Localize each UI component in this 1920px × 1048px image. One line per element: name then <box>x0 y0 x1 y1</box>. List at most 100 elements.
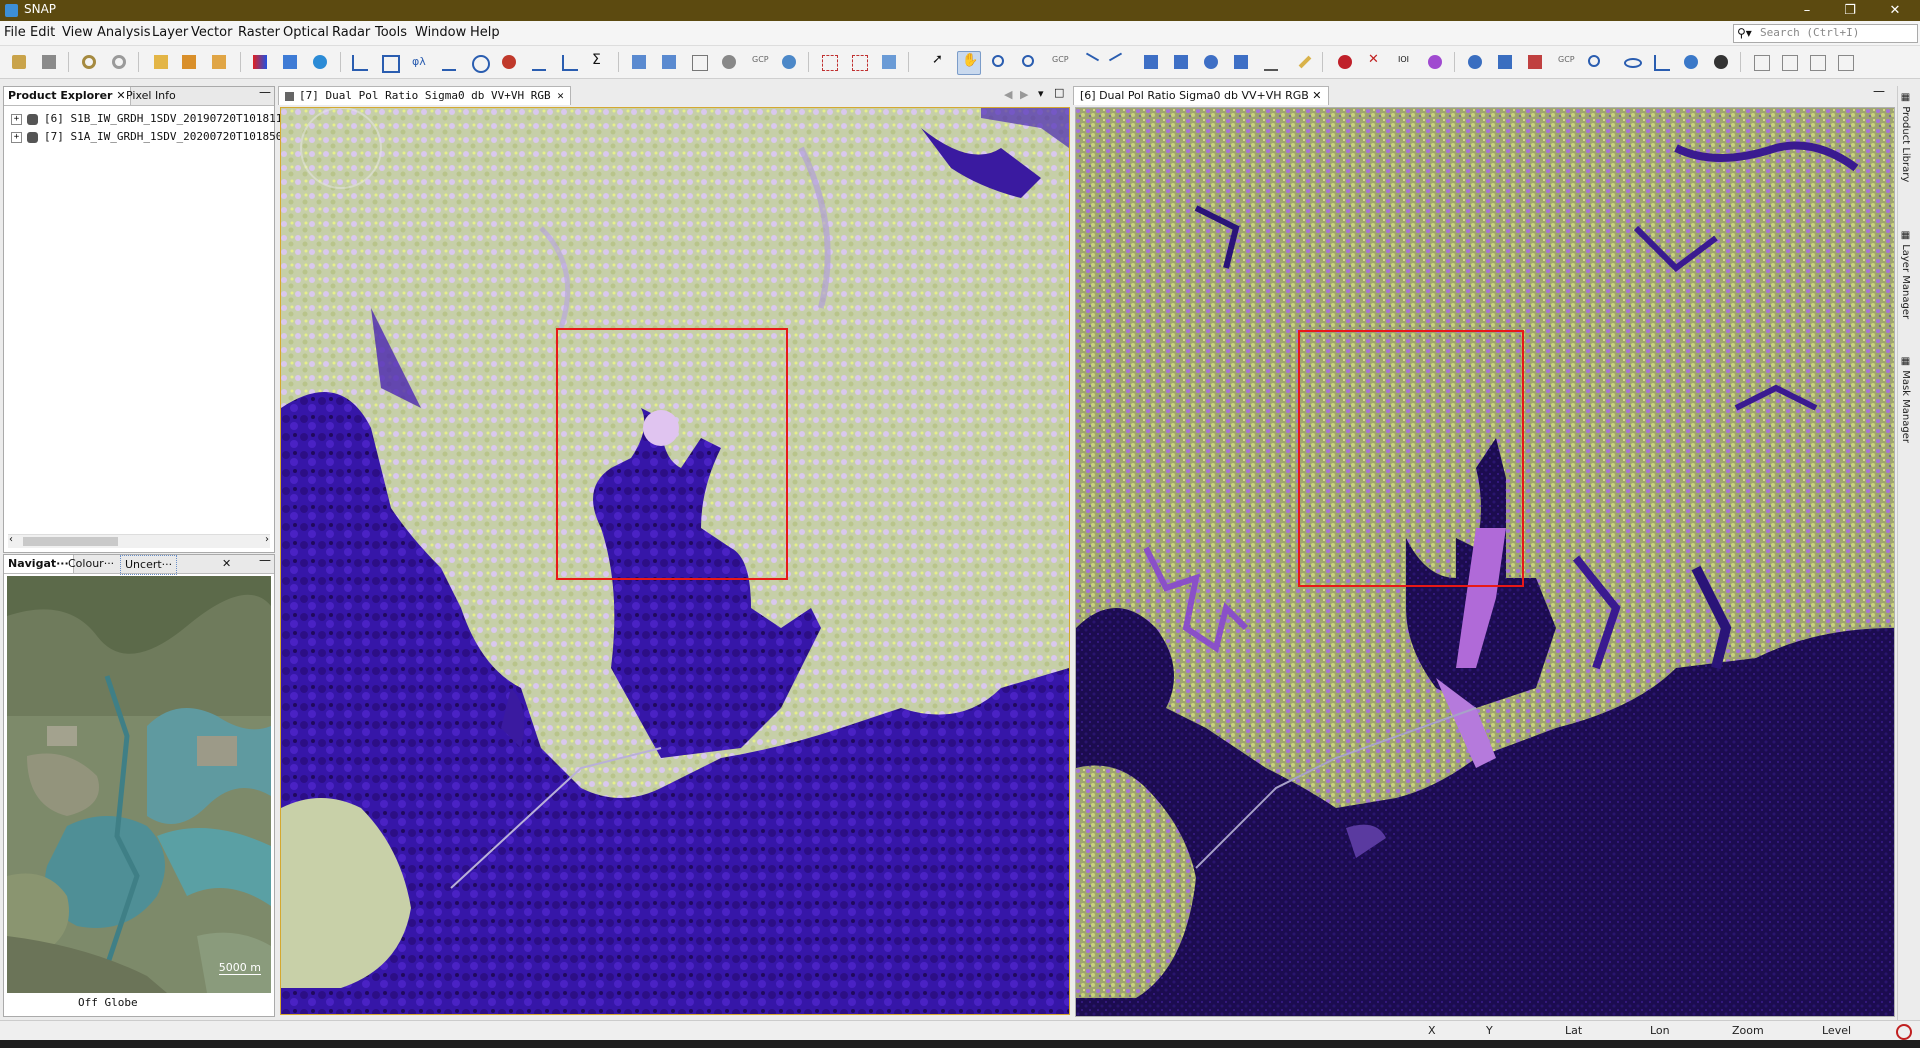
menu-help[interactable]: Help <box>470 25 500 40</box>
menu-tools[interactable]: Tools <box>375 25 407 40</box>
expand-icon[interactable]: + <box>11 131 22 143</box>
menu-optical[interactable]: Optical <box>283 25 329 40</box>
layout-vertical-icon[interactable] <box>1750 51 1772 73</box>
close-tab-icon[interactable]: ✕ <box>1312 89 1321 102</box>
world-map-icon[interactable] <box>279 51 301 73</box>
geo-coding-icon[interactable] <box>498 51 520 73</box>
menu-view[interactable]: View <box>62 25 93 40</box>
tab-colour[interactable]: Colour··· <box>64 555 118 573</box>
product-node-7[interactable]: + [7] S1A_IW_GRDH_1SDV_20200720T101850_2 <box>11 130 296 145</box>
scatter-plot-icon[interactable]: φλ <box>408 51 430 73</box>
menu-radar[interactable]: Radar <box>332 25 370 40</box>
notification-icon[interactable] <box>1896 1024 1912 1040</box>
band-maths-icon[interactable] <box>150 51 172 73</box>
ellipse-draw-icon[interactable] <box>1200 51 1222 73</box>
menu-file[interactable]: File <box>4 25 26 40</box>
pin-tool-icon[interactable] <box>1018 51 1040 73</box>
polyline-draw-icon[interactable] <box>1108 51 1130 74</box>
histogram-icon[interactable] <box>438 51 460 73</box>
pixel-query-icon[interactable] <box>1584 51 1606 73</box>
expand-icon[interactable]: + <box>11 113 22 125</box>
tab-layer-manager[interactable]: ▦ Layer Manager <box>1900 230 1911 319</box>
redo-icon[interactable] <box>108 51 130 73</box>
polygon-draw-icon[interactable] <box>1170 51 1192 73</box>
layout-tabs-icon[interactable] <box>1834 51 1856 73</box>
range-finder-icon[interactable] <box>1260 51 1282 73</box>
gcp-sar-icon[interactable]: GCP <box>1554 51 1576 73</box>
coregistration-icon[interactable] <box>1494 51 1516 73</box>
tile-grid-icon[interactable] <box>848 51 870 73</box>
close-tab-icon[interactable]: ✕ <box>222 557 231 570</box>
profile-plot-icon[interactable] <box>378 51 400 73</box>
pan-tool-icon[interactable]: ✋ <box>957 51 981 75</box>
sphere-icon[interactable] <box>1710 51 1732 73</box>
sar-image-canvas-left[interactable] <box>280 107 1070 1015</box>
tab-scroll-left-icon[interactable]: ◀ <box>1004 88 1012 101</box>
minimize-view-icon[interactable]: — <box>1873 84 1885 98</box>
search-input[interactable]: ⚲▾ Search (Ctrl+I) <box>1733 24 1918 43</box>
gcp-text-icon[interactable]: GCP <box>748 51 770 73</box>
menu-raster[interactable]: Raster <box>238 25 280 40</box>
tab-right-view[interactable]: [6] Dual Pol Ratio Sigma0 db VV+VH RGB ✕ <box>1073 86 1329 105</box>
graticule-icon[interactable] <box>688 51 710 73</box>
product-node-6[interactable]: + [6] S1B_IW_GRDH_1SDV_20190720T101811_2 <box>11 112 296 127</box>
band-select-icon[interactable] <box>208 51 230 73</box>
menu-window[interactable]: Window <box>415 25 466 40</box>
pin-manager-icon[interactable] <box>658 51 680 73</box>
time-series-icon[interactable] <box>528 51 550 73</box>
tab-scroll-right-icon[interactable]: ▶ <box>1020 88 1028 101</box>
globe-sync-icon[interactable] <box>778 51 800 73</box>
minimize-panel-icon[interactable]: — <box>259 85 271 99</box>
sar-image-canvas-right[interactable] <box>1075 107 1895 1017</box>
menu-analysis[interactable]: Analysis <box>97 25 151 40</box>
tab-product-library[interactable]: ▦ Product Library <box>1900 92 1911 182</box>
menu-vector[interactable]: Vector <box>191 25 232 40</box>
select-tool-icon[interactable]: ➚ <box>928 51 950 73</box>
scroll-thumb[interactable] <box>23 537 118 546</box>
close-window-button[interactable]: ✕ <box>1872 0 1918 21</box>
tab-uncertainty[interactable]: Uncert··· <box>120 555 178 575</box>
eye-icon[interactable] <box>1620 51 1642 73</box>
tab-mask-manager[interactable]: ▦ Mask Manager <box>1900 356 1911 443</box>
overview-satellite-image[interactable]: 5000 m <box>7 576 271 993</box>
layout-horizontal-icon[interactable] <box>1778 51 1800 73</box>
world-view-icon[interactable] <box>309 51 331 73</box>
tab-list-icon[interactable]: ▾ <box>1038 87 1044 100</box>
scroll-left-icon[interactable]: ‹ <box>9 534 13 545</box>
line-draw-icon[interactable] <box>1078 51 1100 74</box>
menu-layer[interactable]: Layer <box>152 25 188 40</box>
spectrum-icon[interactable] <box>348 51 370 73</box>
open-product-icon[interactable] <box>8 51 30 73</box>
interferogram-icon[interactable] <box>1524 51 1546 73</box>
statistics-icon[interactable]: Σ <box>588 51 610 73</box>
cross-icon[interactable]: ✕ <box>1364 51 1386 73</box>
globe-icon[interactable] <box>1680 51 1702 73</box>
information-icon[interactable] <box>468 51 490 73</box>
chart-icon[interactable] <box>1650 51 1672 73</box>
close-tab-icon[interactable]: ✕ <box>557 89 564 102</box>
scroll-right-icon[interactable]: › <box>265 534 269 545</box>
gcp-tool-icon[interactable]: GCP <box>1048 51 1070 73</box>
undo-icon[interactable] <box>78 51 100 73</box>
rgb-image-icon[interactable] <box>249 51 271 73</box>
band-subset-icon[interactable] <box>178 51 200 73</box>
layer-editor-icon[interactable] <box>628 51 650 73</box>
maximize-view-icon[interactable]: □ <box>1054 86 1064 99</box>
magic-wand-icon[interactable] <box>1230 51 1252 73</box>
rectangle-draw-icon[interactable] <box>1140 51 1162 73</box>
tab-product-explorer[interactable]: Product Explorer ✕ <box>4 87 131 105</box>
cluster-icon[interactable] <box>1424 51 1446 73</box>
horizontal-scrollbar[interactable]: ‹ › <box>8 534 270 548</box>
restore-button[interactable]: ❐ <box>1827 0 1873 21</box>
layout-grid-icon[interactable] <box>1806 51 1828 73</box>
density-plot-icon[interactable] <box>558 51 580 73</box>
pencil-icon[interactable] <box>1294 51 1316 73</box>
sync-views-icon[interactable] <box>878 51 900 73</box>
gcp-manager-icon[interactable] <box>718 51 740 73</box>
save-product-icon[interactable] <box>38 51 60 73</box>
tab-pixel-info[interactable]: Pixel Info <box>122 87 180 105</box>
tab-left-view[interactable]: [7] Dual Pol Ratio Sigma0 db VV+VH RGB ✕ <box>278 86 571 105</box>
zoom-tool-icon[interactable] <box>988 51 1010 73</box>
minimize-panel-icon[interactable]: — <box>259 553 271 567</box>
minimize-button[interactable]: – <box>1784 0 1830 21</box>
